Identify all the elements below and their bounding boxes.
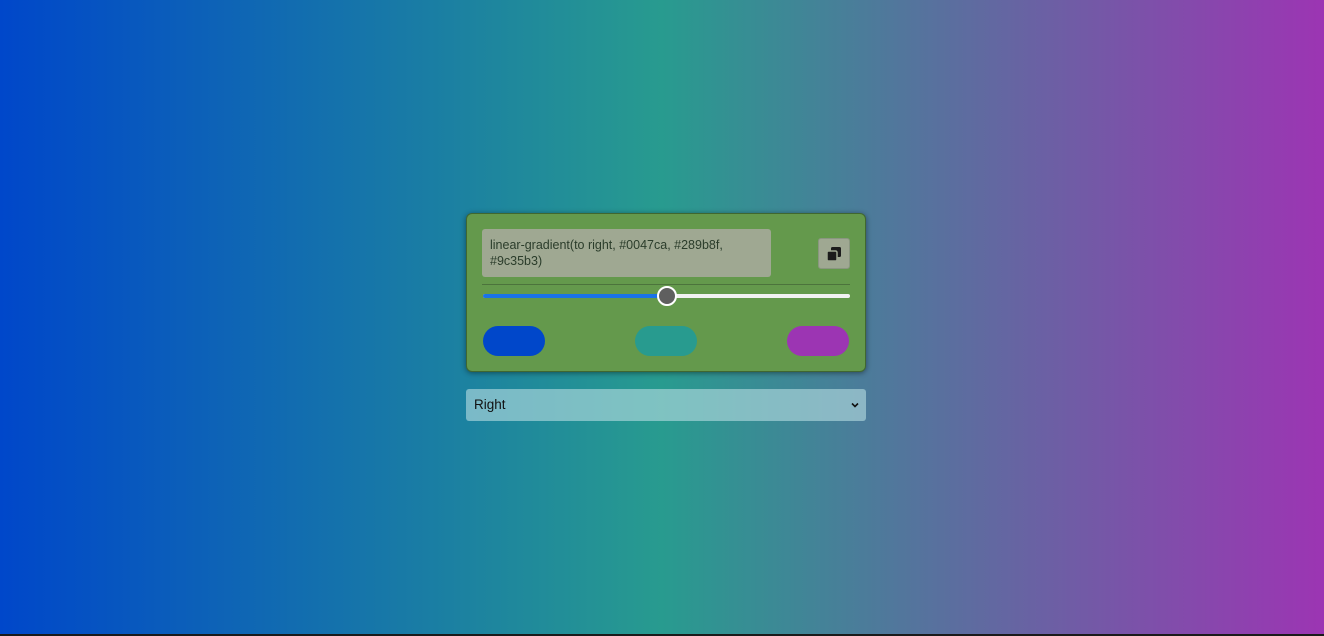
direction-select[interactable]: Right bbox=[466, 389, 866, 421]
color-swatch-start[interactable] bbox=[483, 326, 545, 356]
direction-select-value: Right bbox=[474, 397, 506, 412]
color-stop-slider[interactable] bbox=[483, 286, 850, 306]
copy-icon bbox=[826, 246, 841, 262]
color-swatch-end[interactable] bbox=[787, 326, 849, 356]
color-swatch-middle[interactable] bbox=[635, 326, 697, 356]
gradient-panel: linear-gradient(to right, #0047ca, #289b… bbox=[466, 213, 866, 372]
slider-fill bbox=[483, 294, 667, 298]
copy-button[interactable] bbox=[818, 238, 850, 269]
divider bbox=[482, 284, 850, 285]
chevron-down-icon bbox=[851, 402, 859, 408]
slider-thumb[interactable] bbox=[656, 286, 677, 306]
gradient-css-output[interactable]: linear-gradient(to right, #0047ca, #289b… bbox=[482, 229, 771, 277]
